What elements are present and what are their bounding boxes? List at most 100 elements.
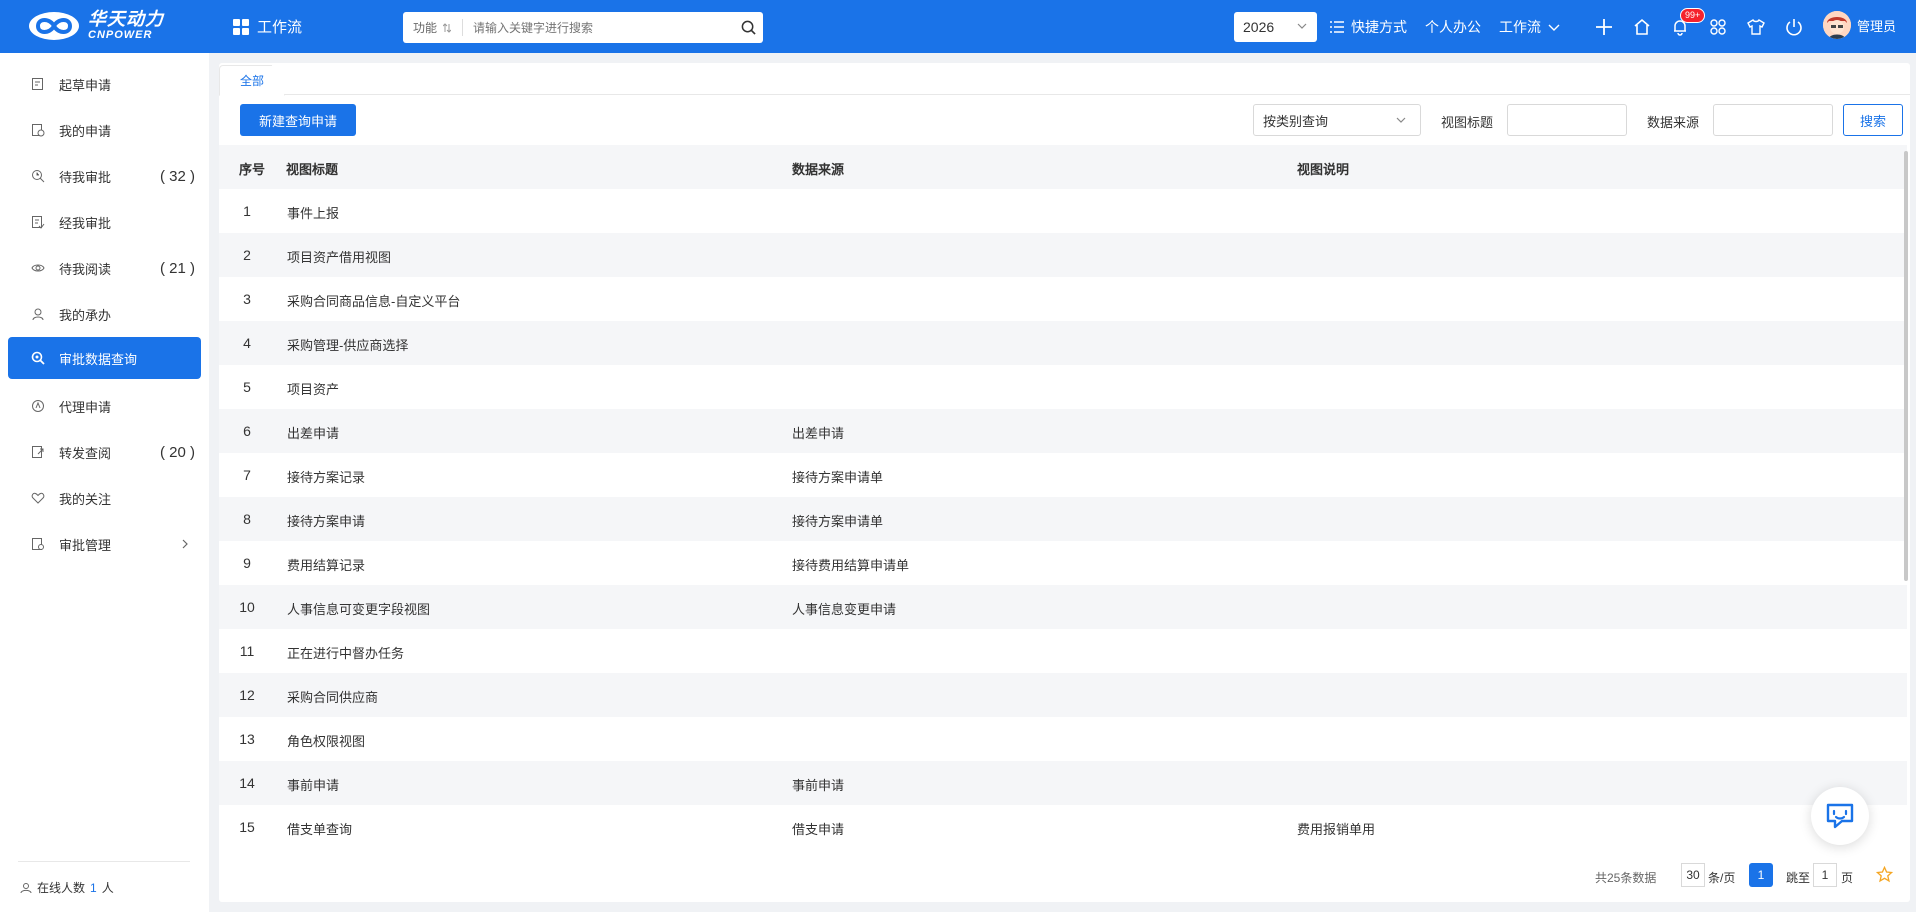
logo[interactable]: 华天动力 CNPOWER [28,10,164,41]
proxy-icon [30,398,46,414]
table-row[interactable]: 7 接待方案记录 接待方案申请单 [219,453,1907,497]
year-select[interactable]: 2026 [1234,12,1317,42]
sidebar-item-approved[interactable]: 经我审批 [8,201,201,243]
table-row[interactable]: 3 采购合同商品信息-自定义平台 [219,277,1907,321]
shortcut-label: 快捷方式 [1351,18,1407,35]
sidebar-item-draft[interactable]: 起草申请 [8,63,201,105]
cell-view-title: 角色权限视图 [287,734,366,749]
column-header: 视图标题 [286,162,339,177]
sidebar-item-count: ( 32 ) [159,167,195,185]
sidebar-item-forward-review[interactable]: 转发查阅 ( 20 ) [8,431,201,473]
table-row[interactable]: 11 正在进行中督办任务 [219,629,1907,673]
total-count: 共25条数据 [1595,871,1657,885]
data-source-input[interactable] [1713,104,1833,136]
skin-shirt-icon[interactable] [1746,17,1766,37]
module-switcher[interactable]: 工作流 [233,0,302,53]
search-category-label: 功能 [413,21,438,35]
page-size-unit: 条/页 [1708,871,1736,885]
power-icon[interactable] [1784,17,1804,37]
tab-all[interactable]: 全部 [219,65,285,96]
sidebar-item-my-follow[interactable]: 我的关注 [8,477,201,519]
top-bar: 华天动力 CNPOWER 工作流 功能 2026 快捷方式 个人办公 工作流 [0,0,1916,53]
workflow-menu-label: 工作流 [1499,18,1541,35]
search-icon[interactable] [733,12,763,43]
manage-icon [30,536,46,552]
workflow-menu[interactable]: 工作流 [1499,17,1560,37]
approved-icon [30,214,46,230]
sidebar-item-label: 审批管理 [59,537,112,553]
pagination: 共25条数据 30 条/页 1 跳至 1 页 [219,861,1910,891]
new-query-button[interactable]: 新建查询申请 [240,104,356,136]
chat-icon [1826,803,1854,829]
cell-data-source: 接待方案申请单 [792,514,884,529]
sidebar-item-to-read[interactable]: 待我阅读 ( 21 ) [8,247,201,289]
jump-page-input[interactable]: 1 [1813,863,1837,887]
list-icon [1330,20,1344,33]
table-row[interactable]: 9 费用结算记录 接待费用结算申请单 [219,541,1907,585]
chat-assistant-button[interactable] [1811,787,1869,845]
table-row[interactable]: 5 项目资产 [219,365,1907,409]
main-panel: 全部 新建查询申请 按类别查询 视图标题 数据来源 搜索 序号 视图标题 数据来… [219,63,1910,902]
sidebar-item-label: 起草申请 [59,77,112,93]
sort-icon [443,22,452,33]
sidebar-item-count: ( 21 ) [159,259,195,277]
logo-text-cn: 华天动力 [88,9,164,29]
sidebar-item-approval-data-query[interactable]: 审批数据查询 [8,337,201,379]
view-title-input[interactable] [1507,104,1627,136]
notification-badge: 99+ [1680,7,1706,23]
forward-icon [30,444,46,460]
table-row[interactable]: 1 事件上报 [219,189,1907,233]
tab-bar: 全部 [219,63,1910,96]
eye-icon [30,260,46,276]
home-icon[interactable] [1632,17,1652,37]
apps-icon[interactable] [1708,17,1728,37]
table-row[interactable]: 4 采购管理-供应商选择 [219,321,1907,365]
user-icon [30,306,46,322]
vertical-scrollbar[interactable] [1904,151,1908,581]
search-input[interactable] [463,20,733,35]
cell-data-source: 接待方案申请单 [792,470,884,485]
plus-icon[interactable] [1594,17,1614,37]
user-menu[interactable]: 管理员 [1823,11,1896,39]
sidebar-item-label: 审批数据查询 [59,351,138,367]
global-search: 功能 [403,12,763,43]
cell-view-title: 正在进行中督办任务 [287,646,405,661]
sidebar-item-pending-approval[interactable]: 待我审批 ( 32 ) [8,155,201,197]
sidebar-item-approval-manage[interactable]: 审批管理 [8,523,201,565]
table-row[interactable]: 12 采购合同供应商 [219,673,1907,717]
cell-view-title: 采购管理-供应商选择 [287,338,409,353]
sidebar-item-my-apply[interactable]: 我的申请 [8,109,201,151]
sidebar-item-proxy-apply[interactable]: 代理申请 [8,385,201,427]
shortcut-link[interactable]: 快捷方式 [1330,17,1407,37]
table-row[interactable]: 2 项目资产借用视图 [219,233,1907,277]
page-button-current[interactable]: 1 [1749,863,1773,887]
chevron-down-icon [1548,24,1560,31]
table-row[interactable]: 8 接待方案申请 接待方案申请单 [219,497,1907,541]
bell-icon[interactable]: 99+ [1670,7,1706,37]
table-row[interactable]: 15 借支单查询 借支申请 费用报销单用 [219,805,1907,849]
cell-view-title: 采购合同商品信息-自定义平台 [287,294,461,309]
table-row[interactable]: 6 出差申请 出差申请 [219,409,1907,453]
column-header: 序号 [239,162,266,177]
sidebar-divider [18,861,190,862]
data-source-label: 数据来源 [1647,115,1700,130]
page-size-input[interactable]: 30 [1681,863,1705,887]
online-count: 1 [90,880,97,895]
cell-view-title: 项目资产借用视图 [287,250,392,265]
table-row[interactable]: 13 角色权限视图 [219,717,1907,761]
table-row[interactable]: 14 事前申请 事前申请 [219,761,1907,805]
table-row[interactable]: 10 人事信息可变更字段视图 人事信息变更申请 [219,585,1907,629]
search-category-select[interactable]: 功能 [403,19,463,36]
user-name: 管理员 [1857,18,1897,34]
star-icon[interactable] [1875,865,1894,886]
sidebar-item-label: 经我审批 [59,215,112,231]
search-button[interactable]: 搜索 [1843,104,1903,136]
table-header: 序号 视图标题 数据来源 视图说明 [219,145,1907,189]
category-filter-select[interactable]: 按类别查询 [1253,104,1421,136]
sidebar-item-my-handle[interactable]: 我的承办 [8,293,201,335]
personal-office-link[interactable]: 个人办公 [1425,17,1481,37]
sidebar-item-label: 我的申请 [59,123,112,139]
toolbar: 新建查询申请 按类别查询 视图标题 数据来源 搜索 [219,103,1910,139]
user-icon [20,882,32,893]
cell-index: 14 [239,775,255,791]
